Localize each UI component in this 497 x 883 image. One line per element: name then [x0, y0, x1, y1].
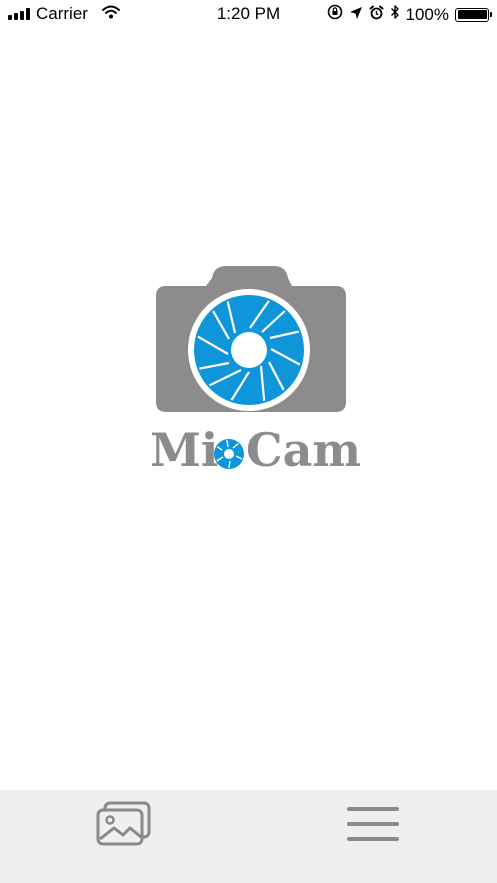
logo-text-cam: Cam: [246, 423, 361, 472]
battery-icon: [455, 7, 492, 22]
orientation-lock-icon: [327, 4, 343, 25]
camera-icon: [156, 266, 346, 412]
status-bar: Carrier 1:20 PM 100%: [0, 0, 497, 28]
bluetooth-icon: [390, 4, 400, 25]
status-right: 100%: [327, 4, 492, 25]
miocam-logo: Mi Cam: [150, 262, 362, 477]
battery-percent: 100%: [405, 4, 449, 24]
logo-text-mi: Mi: [150, 423, 218, 472]
menu-button[interactable]: [341, 798, 405, 850]
hamburger-menu-icon: [347, 807, 399, 841]
bottom-toolbar: [0, 790, 497, 883]
alarm-icon: [369, 5, 384, 25]
gallery-button[interactable]: [92, 798, 156, 850]
gallery-icon: [96, 801, 151, 846]
battery-fill: [457, 10, 487, 19]
location-icon: [349, 5, 363, 25]
